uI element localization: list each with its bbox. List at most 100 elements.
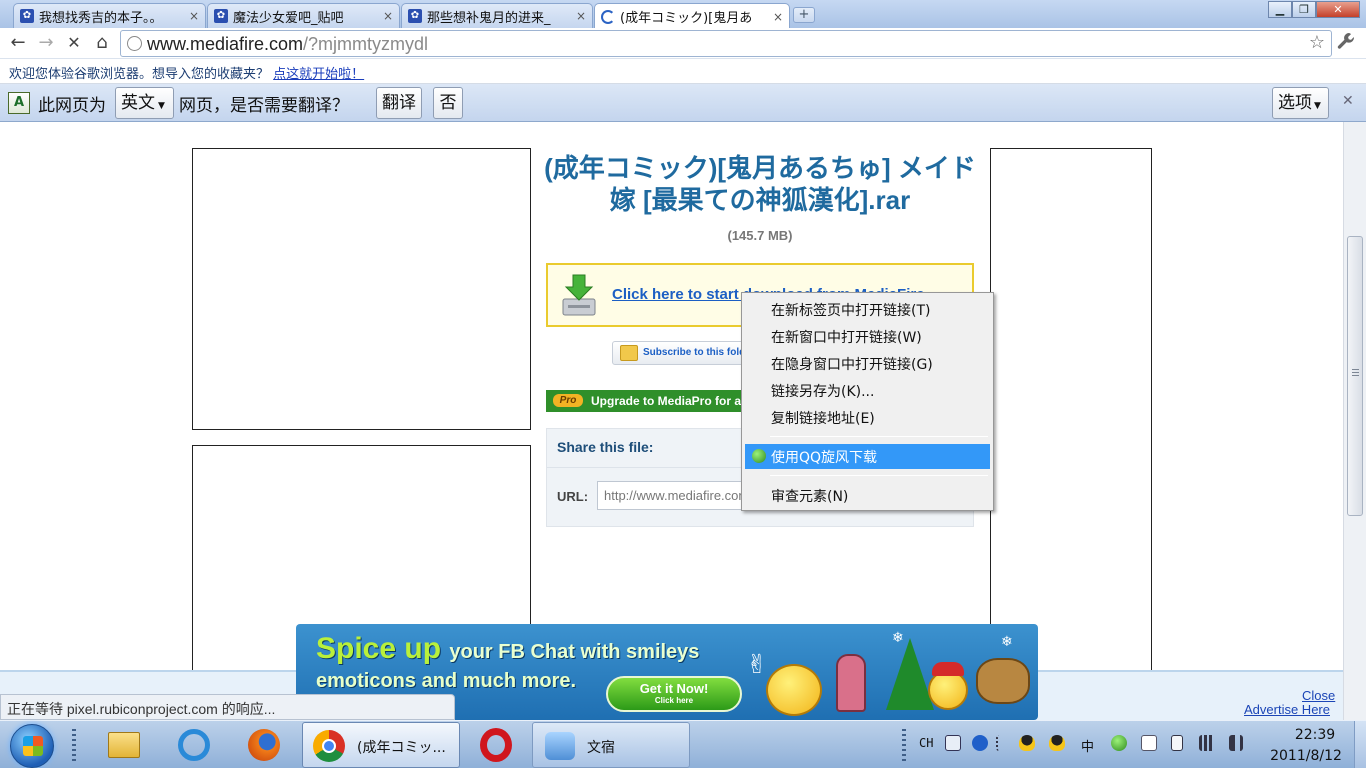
ime-pad-icon[interactable] <box>945 735 961 751</box>
christmas-tree-icon <box>886 638 934 710</box>
start-button[interactable] <box>10 724 54 768</box>
navigation-toolbar: ← → ✕ ⌂ www.mediafire.com/?mjmmtyzmydl ☆ <box>0 28 1366 59</box>
clock-date[interactable]: 2011/8/12 <box>1262 748 1350 764</box>
ad-headline: Spice up your FB Chat with smileys <box>316 632 699 666</box>
page-info-icon[interactable] <box>127 36 142 51</box>
file-title: (成年コミック)[鬼月あるちゅ] メイド嫁 [最果ての神狐漢化].rar <box>544 153 976 215</box>
translate-icon: A <box>8 92 30 114</box>
tab-close-icon[interactable]: × <box>576 9 586 23</box>
language-dropdown[interactable]: 英文 ▼ <box>115 87 174 119</box>
victory-hand-icon: ✌ <box>746 650 768 680</box>
options-button[interactable]: 选项 ▼ <box>1272 87 1329 119</box>
ad-get-it-now-button[interactable]: Get it Now! Click here <box>606 676 742 712</box>
chrome-taskbar-window[interactable]: (成年コミッ... <box>302 722 460 768</box>
internet-explorer-icon <box>178 729 210 761</box>
stop-button[interactable]: ✕ <box>62 32 86 54</box>
baidu-paw-icon: ✿ <box>20 9 34 23</box>
clock-time[interactable]: 22:39 <box>1280 727 1350 743</box>
download-icon <box>562 274 596 316</box>
windows-taskbar: (成年コミッ... 文宿 CH 中 22:39 2011/8/12 <box>0 720 1366 768</box>
new-tab-button[interactable]: + <box>793 7 815 23</box>
bookmark-star-icon[interactable]: ☆ <box>1309 32 1325 53</box>
menu-open-in-new-window[interactable]: 在新窗口中打开链接(W) <box>745 324 990 349</box>
ime-mode-indicator[interactable]: 中 <box>1081 736 1094 755</box>
translate-prefix: 此网页为 <box>38 96 106 116</box>
tab-close-icon[interactable]: × <box>383 9 393 23</box>
language-value: 英文 <box>121 93 155 113</box>
signal-bars-icon[interactable] <box>1199 735 1215 751</box>
upgrade-banner[interactable]: Pro Upgrade to MediaPro for ad-free down… <box>546 390 746 412</box>
qq-penguin-icon[interactable] <box>1049 735 1065 751</box>
address-bar[interactable]: www.mediafire.com/?mjmmtyzmydl ☆ <box>120 30 1332 57</box>
subscribe-button[interactable]: Subscribe to this folder <box>612 341 752 365</box>
menu-qq-xuanfeng-download[interactable]: 使用QQ旋风下载 <box>745 444 990 469</box>
forward-button[interactable]: → <box>34 32 58 54</box>
ad-slot-left-top <box>192 148 531 430</box>
show-desktop-button[interactable] <box>1354 721 1366 768</box>
share-url-field[interactable]: http://www.mediafire.com/?mjmmtyzmydl <box>597 481 757 510</box>
ad-headline-rest: your FB Chat with smileys <box>449 641 700 663</box>
upgrade-text: Upgrade to MediaPro for ad-free download… <box>591 394 746 408</box>
ie-taskbar-icon[interactable] <box>170 722 218 768</box>
contacts-icon <box>545 732 575 760</box>
home-button[interactable]: ⌂ <box>90 32 114 54</box>
tab-title: 我想找秀吉的本子。。 <box>39 10 163 26</box>
menu-save-link-as[interactable]: 链接另存为(K)... <box>745 378 990 403</box>
tab-1[interactable]: ✿ 我想找秀吉的本子。。 × <box>13 3 206 28</box>
file-size: (145.7 MB) <box>727 228 793 243</box>
network-error-icon[interactable] <box>1141 735 1157 751</box>
qq-xuanfeng-icon <box>752 449 766 463</box>
baidu-paw-icon: ✿ <box>214 9 228 23</box>
import-bookmarks-link[interactable]: 点这就开始啦！ <box>273 67 364 82</box>
usb-device-icon[interactable] <box>1171 735 1183 751</box>
vertical-scrollbar[interactable] <box>1343 122 1366 720</box>
ad-headline-big: Spice up <box>316 632 442 665</box>
tab-2[interactable]: ✿ 魔法少女爱吧_贴吧 × <box>207 3 400 28</box>
url-host: www.mediafire.com <box>147 34 304 54</box>
volume-icon[interactable] <box>1229 735 1243 751</box>
close-infobar-icon[interactable]: ✕ <box>1342 93 1354 109</box>
chevron-down-icon: ▼ <box>158 101 165 111</box>
title-bar: ✿ 我想找秀吉的本子。。 × ✿ 魔法少女爱吧_贴吧 × ✿ 那些想补鬼月的进来… <box>0 0 1366 29</box>
language-indicator[interactable]: CH <box>919 736 933 750</box>
qq-penguin-icon[interactable] <box>1019 735 1035 751</box>
ad-close-link[interactable]: Close <box>1302 688 1335 703</box>
wrench-menu-icon[interactable] <box>1337 32 1355 55</box>
minimize-button[interactable]: ▁ <box>1268 1 1292 18</box>
url-text[interactable]: www.mediafire.com/?mjmmtyzmydl <box>147 34 428 55</box>
qq-xuanfeng-icon[interactable] <box>1111 735 1127 751</box>
menu-inspect-element[interactable]: 审查元素(N) <box>745 483 990 508</box>
opera-taskbar-icon[interactable] <box>470 722 522 768</box>
santa-smiley-icon <box>928 670 968 710</box>
laughing-smiley-icon <box>766 664 822 716</box>
menu-copy-link-address[interactable]: 复制链接地址(E) <box>745 405 990 430</box>
bookmark-bar-message: 欢迎您体验谷歌浏览器。想导入您的收藏夹？ 点这就开始啦！ <box>9 63 364 82</box>
advertise-here-link[interactable]: Advertise Here <box>1244 702 1330 717</box>
no-translate-button[interactable]: 否 <box>433 87 463 119</box>
firefox-taskbar-icon[interactable] <box>240 722 288 768</box>
tab-close-icon[interactable]: × <box>773 10 783 24</box>
help-icon[interactable] <box>972 735 988 751</box>
tab-4-active[interactable]: (成年コミック)[鬼月あ × <box>594 3 790 29</box>
ad-cta-main: Get it Now! <box>639 681 709 696</box>
pro-badge: Pro <box>553 394 583 407</box>
baidu-paw-icon: ✿ <box>408 9 422 23</box>
share-heading: Share this file: <box>557 439 654 455</box>
scrollbar-thumb[interactable] <box>1347 236 1363 516</box>
contacts-taskbar-window[interactable]: 文宿 <box>532 722 690 768</box>
tab-close-icon[interactable]: × <box>189 9 199 23</box>
ime-options-icon[interactable] <box>996 735 1006 751</box>
page-content: (成年コミック)[鬼月あるちゅ] メイド嫁 [最果ての神狐漢化].rar (14… <box>0 122 1343 720</box>
menu-open-in-new-tab[interactable]: 在新标签页中打开链接(T) <box>745 297 990 322</box>
opera-icon <box>480 728 512 762</box>
menu-open-in-incognito[interactable]: 在隐身窗口中打开链接(G) <box>745 351 990 376</box>
translate-button[interactable]: 翻译 <box>376 87 422 119</box>
close-window-button[interactable]: ✕ <box>1316 1 1360 18</box>
maximize-button[interactable]: ❐ <box>1292 1 1316 18</box>
tab-3[interactable]: ✿ 那些想补鬼月的进来_ × <box>401 3 593 28</box>
import-message: 欢迎您体验谷歌浏览器。想导入您的收藏夹？ <box>9 67 270 82</box>
menu-separator <box>770 475 988 476</box>
explorer-taskbar-icon[interactable] <box>100 722 148 768</box>
chevron-down-icon: ▼ <box>1314 101 1321 111</box>
back-button[interactable]: ← <box>6 32 30 54</box>
